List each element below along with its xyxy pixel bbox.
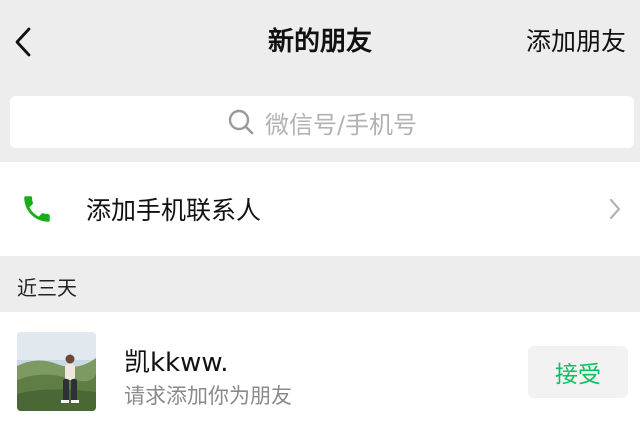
friend-request-item[interactable]: 凯kkww. 请求添加你为朋友 接受	[0, 312, 640, 430]
add-phone-contacts-label: 添加手机联系人	[86, 196, 262, 225]
add-friend-button[interactable]: 添加朋友	[526, 22, 626, 62]
request-name: 凯kkww.	[124, 348, 229, 378]
search-icon	[228, 109, 254, 135]
phone-icon	[24, 196, 50, 222]
section-header: 近三天	[0, 256, 640, 312]
avatar[interactable]	[17, 332, 96, 411]
chevron-right-icon	[609, 198, 621, 220]
add-phone-contacts-item[interactable]: 添加手机联系人	[0, 162, 640, 256]
navbar: 新的朋友 添加朋友	[0, 0, 640, 86]
section-title: 近三天	[17, 276, 77, 300]
back-button[interactable]	[8, 22, 38, 62]
chevron-left-icon	[15, 27, 31, 57]
request-message: 请求添加你为朋友	[124, 384, 292, 408]
search-placeholder: 微信号/手机号	[264, 110, 418, 139]
accept-button[interactable]: 接受	[528, 346, 628, 398]
search-input[interactable]: 微信号/手机号	[10, 96, 634, 148]
